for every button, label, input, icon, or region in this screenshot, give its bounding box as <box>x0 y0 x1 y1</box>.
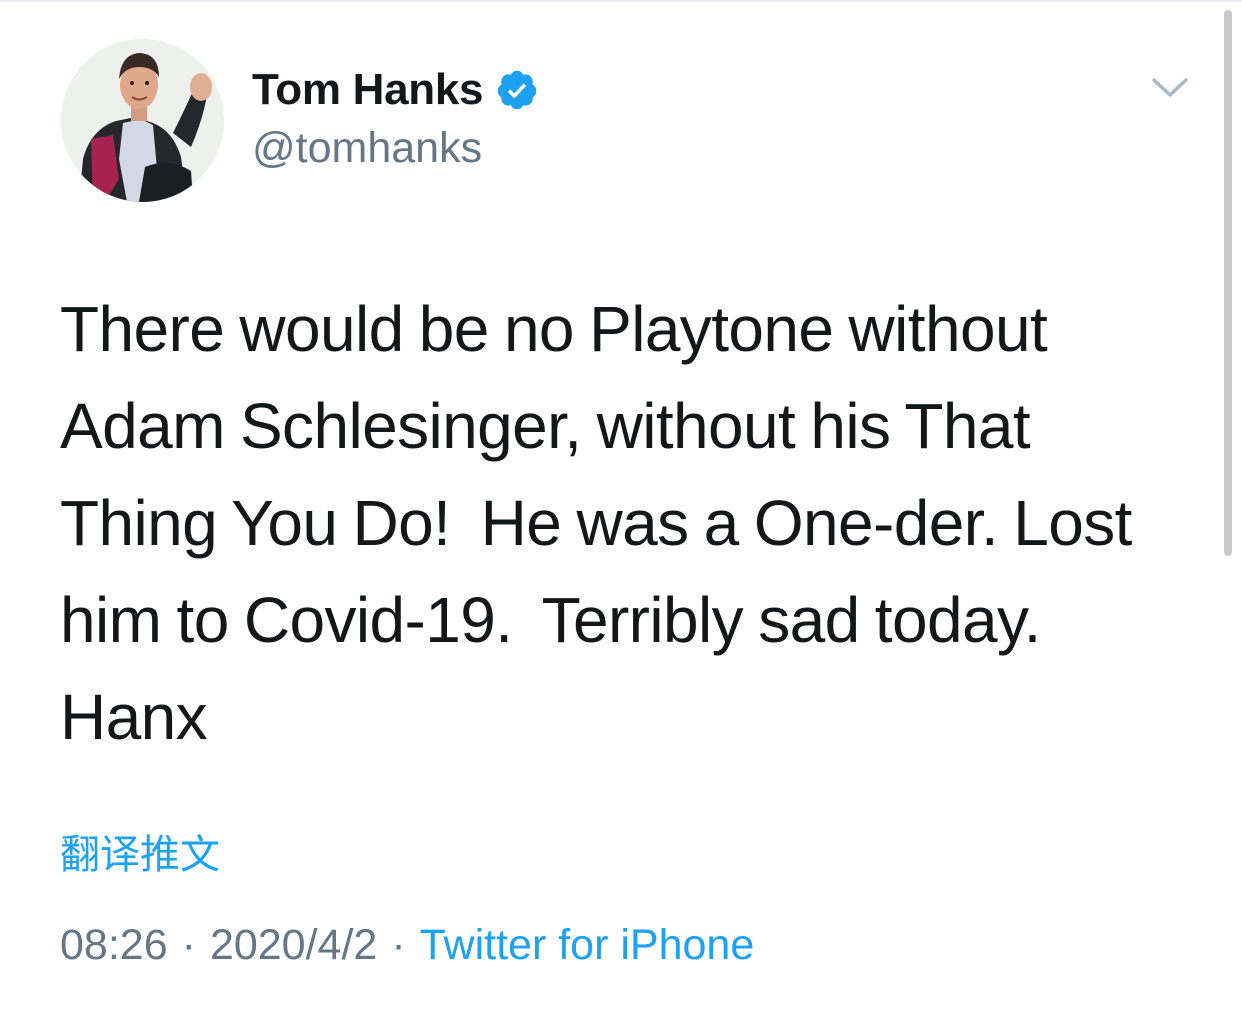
translate-tweet-link[interactable]: 翻译推文 <box>60 822 220 880</box>
verified-badge-icon <box>495 68 539 112</box>
meta-separator: · <box>181 920 196 969</box>
tweet-text-line: him to Covid-19. Terribly sad today. <box>60 584 1041 656</box>
scrollbar[interactable] <box>1224 10 1232 556</box>
avatar[interactable] <box>61 39 224 202</box>
tweet-text-line: Hanx <box>60 681 208 753</box>
meta-separator: · <box>391 920 406 969</box>
chevron-down-icon[interactable] <box>1148 70 1192 106</box>
tweet-text-line: Thing You Do! He was a One-der. Lost <box>60 487 1132 559</box>
tweet-text-line: Adam Schlesinger, without his That <box>60 390 1031 462</box>
top-divider <box>0 0 1242 2</box>
tweet-meta: 08:26 · 2020/4/2 · Twitter for iPhone <box>60 912 754 978</box>
author-handle[interactable]: @tomhanks <box>252 124 482 173</box>
tweet-text: There would be no Playtone without Adam … <box>60 281 1220 766</box>
tweet-time[interactable]: 08:26 <box>60 921 168 970</box>
tweet-date[interactable]: 2020/4/2 <box>210 921 377 970</box>
author-display-name: Tom Hanks <box>252 65 484 114</box>
tweet-text-line: There would be no Playtone without <box>60 293 1048 365</box>
avatar-photo <box>61 39 224 202</box>
author-name-row[interactable]: Tom Hanks <box>252 62 539 118</box>
tweet-source-link[interactable]: Twitter for iPhone <box>420 921 755 970</box>
